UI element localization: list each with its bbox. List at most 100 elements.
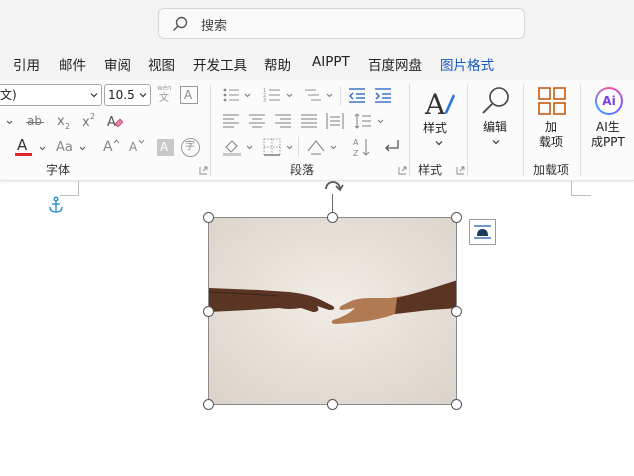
rotate-handle-icon[interactable] [321,176,345,196]
strike-line [26,122,44,123]
group-separator [409,84,410,176]
chinese-layout-icon[interactable] [306,137,326,157]
tab-review[interactable]: 审阅 [104,54,131,74]
tab-developer[interactable]: 开发工具 [193,54,247,74]
small-separator [298,137,299,157]
chevron-down-icon[interactable] [79,145,86,152]
multilevel-list-icon[interactable] [304,86,322,104]
bullets-icon[interactable] [222,86,240,104]
strikethrough-glyph: ab [27,114,42,128]
search-icon [173,16,188,31]
anchor-icon[interactable] [48,196,64,214]
group-separator [580,84,581,176]
character-border-button[interactable]: A [180,86,198,104]
tab-references[interactable]: 引用 [13,54,40,74]
font-color-button[interactable]: A [14,138,34,158]
shading-icon[interactable] [222,137,242,157]
tab-aippt[interactable]: AIPPT [312,54,350,70]
character-shading-button[interactable]: A [157,139,174,156]
addins-label-line1: 加 [545,120,558,134]
resize-handle-right[interactable] [451,306,462,317]
chevron-down-icon[interactable] [244,92,251,99]
chevron-down-icon[interactable] [326,92,333,99]
chevron-down-icon[interactable] [246,144,253,151]
line-spacing-icon[interactable] [354,112,372,130]
align-left-icon[interactable] [222,112,240,130]
ribbon: 文) 10.5 wén 文 A ab x 2 x 2 A A Aa A A A … [0,80,634,181]
tab-baidu-netdisk[interactable]: 百度网盘 [368,54,422,74]
selected-picture[interactable] [208,217,457,405]
styles-button[interactable]: A 样式 [416,84,462,154]
tab-help[interactable]: 帮助 [264,54,291,74]
ai-ppt-icon-text: Ai [597,89,621,113]
tab-mailings[interactable]: 邮件 [59,54,86,74]
dialog-launcher-icon[interactable] [199,166,208,175]
resize-handle-top-left[interactable] [203,212,214,223]
font-name-value: 文) [0,88,17,102]
superscript-button[interactable]: x 2 [80,113,98,131]
title-bar: 搜索 [0,0,634,46]
ai-generate-ppt-button[interactable]: Ai AI生 成PPT [586,84,632,154]
superscript-glyph: x [82,115,90,130]
align-center-icon[interactable] [248,112,266,130]
chevron-down-icon[interactable] [139,91,147,99]
font-size-value: 10.5 [108,88,135,102]
enclose-characters-button[interactable]: 字 [181,138,200,157]
grow-font-button[interactable]: A [102,138,120,156]
addins-label-line2: 载项 [539,135,564,149]
font-size-combo[interactable]: 10.5 [104,84,151,106]
resize-handle-left[interactable] [203,306,214,317]
borders-icon[interactable] [263,138,281,156]
align-right-icon[interactable] [274,112,292,130]
resize-handle-bottom[interactable] [327,399,338,410]
styles-icon: A [424,88,455,120]
justify-icon[interactable] [300,112,318,130]
clear-formatting-icon[interactable]: A [106,113,124,131]
chevron-down-icon[interactable] [286,144,293,151]
ai-ppt-label-line1: AI生 [596,120,620,134]
sort-icon[interactable]: AZ [352,136,372,158]
tab-picture-format[interactable]: 图片格式 [440,54,494,74]
resize-handle-bottom-left[interactable] [203,399,214,410]
hands-reaching-photo [209,218,456,404]
chevron-down-icon[interactable] [377,118,384,125]
phonetic-guide-button[interactable]: wén 文 [156,84,174,106]
addins-button[interactable]: 加 载项 [530,84,574,154]
increase-indent-icon[interactable] [374,86,392,104]
chevron-down-icon[interactable] [330,144,337,151]
shrink-font-button[interactable]: A [128,138,146,156]
ribbon-tab-bar: 引用 邮件 审阅 视图 开发工具 帮助 AIPPT 百度网盘 图片格式 [0,46,634,80]
chevron-down-icon[interactable] [286,92,293,99]
resize-handle-top-right[interactable] [451,212,462,223]
page-margin-corner [571,181,572,195]
group-separator [467,84,468,176]
page-margin-corner [571,195,591,196]
editing-label: 编辑 [483,120,508,134]
distributed-icon[interactable] [326,112,344,130]
change-case-button[interactable]: Aa [56,141,73,154]
dialog-launcher-icon[interactable] [398,166,407,175]
caret-up-icon [113,139,120,144]
group-separator [523,84,524,176]
tab-view[interactable]: 视图 [148,54,175,74]
chevron-down-icon[interactable] [39,145,46,152]
show-paragraph-marks-icon[interactable] [381,138,401,156]
decrease-indent-icon[interactable] [348,86,366,104]
strikethrough-button[interactable]: ab [24,113,46,131]
group-label-styles: 样式 [418,163,443,177]
svg-text:A: A [424,88,446,120]
styles-label: 样式 [423,121,448,135]
layout-options-button[interactable] [469,219,496,245]
resize-handle-bottom-right[interactable] [451,399,462,410]
subscript-glyph: x [57,114,65,129]
resize-handle-top[interactable] [327,212,338,223]
subscript-button[interactable]: x 2 [55,113,73,131]
chevron-down-icon[interactable] [6,119,13,126]
chevron-down-icon [435,141,443,146]
chevron-down-icon[interactable] [90,91,98,99]
numbering-icon[interactable]: 123 [263,86,281,104]
font-name-combo[interactable]: 文) [0,84,102,106]
dialog-launcher-icon[interactable] [456,166,465,175]
search-box[interactable]: 搜索 [158,8,525,39]
editing-button[interactable]: 编辑 [474,84,518,150]
